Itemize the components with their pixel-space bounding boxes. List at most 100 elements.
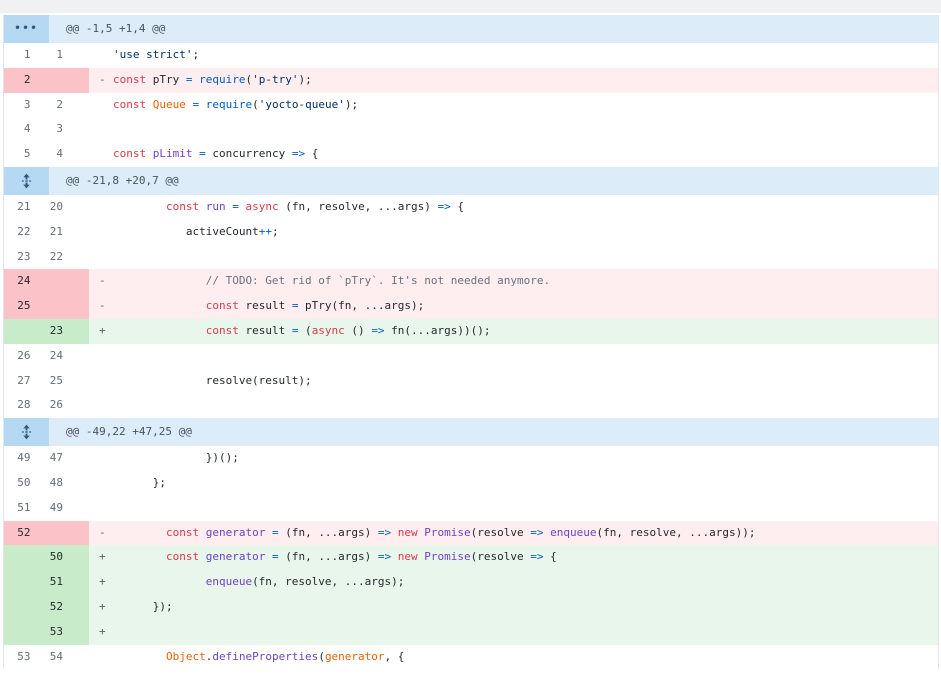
- code-line: // TODO: Get rid of `pTry`. It's not nee…: [113, 274, 550, 287]
- hunk-header-row: @@ -21,8 +20,7 @@: [4, 167, 938, 195]
- code-cell: [89, 117, 938, 142]
- code-line: };: [113, 476, 166, 489]
- code-cell: const Queue = require('yocto-queue');: [89, 93, 938, 118]
- line-number-old: 22: [4, 220, 47, 245]
- diff-row-ctx: 4947 })();: [4, 446, 938, 471]
- line-number-old: [4, 545, 47, 570]
- line-number-new: 3: [47, 117, 90, 142]
- diff-row-add: 50+const generator = (fn, ...args) => ne…: [4, 545, 938, 570]
- line-number-new: 47: [47, 446, 90, 471]
- diff-row-ctx: 2725resolve(result);: [4, 369, 938, 394]
- line-number-new: [47, 68, 90, 93]
- line-number-new: 24: [47, 344, 90, 369]
- diff-row-ctx: 2322: [4, 245, 938, 270]
- code-cell: +enqueue(fn, resolve, ...args);: [89, 570, 938, 595]
- line-number-new: 49: [47, 496, 90, 521]
- line-number-new: 1: [47, 43, 90, 68]
- diff-row-ctx: 32const Queue = require('yocto-queue');: [4, 93, 938, 118]
- diff-row-add: 51+enqueue(fn, resolve, ...args);: [4, 570, 938, 595]
- code-cell: [89, 344, 938, 369]
- code-line: const pTry = require('p-try');: [113, 73, 312, 86]
- expand-hunk-button[interactable]: [4, 418, 49, 446]
- diff-marker: +: [89, 595, 113, 620]
- code-cell: [89, 245, 938, 270]
- line-number-old: 28: [4, 393, 47, 418]
- diff-row-ctx: 54 const pLimit = concurrency => {: [4, 142, 938, 167]
- unfold-icon: [21, 173, 32, 189]
- line-number-old: 3: [4, 93, 47, 118]
- expand-hunk-button[interactable]: •••: [4, 15, 49, 43]
- diff-row-del: 2-const pTry = require('p-try');: [4, 68, 938, 93]
- ellipsis-icon: •••: [14, 24, 38, 34]
- line-number-new: 52: [47, 595, 90, 620]
- diff-marker: +: [89, 570, 113, 595]
- code-line: const run = async (fn, resolve, ...args)…: [113, 200, 464, 213]
- diff-row-ctx: 5354Object.defineProperties(generator, {: [4, 645, 938, 670]
- code-line: 'use strict';: [113, 48, 199, 61]
- code-line: const generator = (fn, ...args) => new P…: [113, 526, 755, 539]
- code-line: resolve(result);: [113, 374, 312, 387]
- line-number-old: 5: [4, 142, 47, 167]
- diff-row-del: 52 -const generator = (fn, ...args) => ne…: [4, 521, 938, 546]
- line-number-new: 22: [47, 245, 90, 270]
- diff-table: •••@@ -1,5 +1,4 @@11'use strict';2-const…: [3, 15, 939, 669]
- hunk-header-text: @@ -21,8 +20,7 @@: [49, 167, 179, 195]
- code-cell: +: [89, 620, 938, 645]
- code-cell: -const generator = (fn, ...args) => new …: [89, 521, 938, 546]
- line-number-old: [4, 620, 47, 645]
- expand-hunk-button[interactable]: [4, 167, 49, 195]
- diff-row-ctx: 2624: [4, 344, 938, 369]
- diff-row-ctx: 11'use strict';: [4, 43, 938, 68]
- page-top-strip: [0, 0, 941, 15]
- code-cell: [89, 496, 938, 521]
- line-number-new: 51: [47, 570, 90, 595]
- code-line: activeCount++;: [113, 225, 279, 238]
- line-number-old: 24: [4, 269, 47, 294]
- diff-row-del: 25-const result = pTry(fn, ...args);: [4, 294, 938, 319]
- code-line: Object.defineProperties(generator, {: [113, 650, 404, 663]
- line-number-old: 51: [4, 496, 47, 521]
- code-cell: Object.defineProperties(generator, {: [89, 645, 938, 670]
- diff-row-add: 53+: [4, 620, 938, 645]
- code-line: const Queue = require('yocto-queue');: [113, 98, 358, 111]
- code-line: });: [113, 600, 173, 613]
- code-line: const pLimit = concurrency => {: [113, 147, 318, 160]
- line-number-old: 53: [4, 645, 47, 670]
- diff-row-del: 24 -// TODO: Get rid of `pTry`. It's not …: [4, 269, 938, 294]
- code-line: const generator = (fn, ...args) => new P…: [113, 550, 557, 563]
- code-cell: -// TODO: Get rid of `pTry`. It's not ne…: [89, 269, 938, 294]
- line-number-new: 4: [47, 142, 90, 167]
- line-number-new: 53: [47, 620, 90, 645]
- hunk-header-row: ••• @@ -1,5 +1,4 @@: [4, 15, 938, 43]
- line-number-old: 23: [4, 245, 47, 270]
- diff-row-add: 23+const result = (async () => fn(...arg…: [4, 319, 938, 344]
- line-number-new: 50: [47, 545, 90, 570]
- diff-row-ctx: 5048};: [4, 471, 938, 496]
- code-cell: 'use strict';: [89, 43, 938, 68]
- line-number-old: [4, 319, 47, 344]
- diff-row-ctx: 2120const run = async (fn, resolve, ...a…: [4, 195, 938, 220]
- line-number-new: [47, 521, 90, 546]
- code-cell: activeCount++;: [89, 220, 938, 245]
- line-number-old: 25: [4, 294, 47, 319]
- unfold-icon: [21, 424, 32, 440]
- diff-marker: -: [89, 521, 113, 546]
- hunk-header-text: @@ -1,5 +1,4 @@: [49, 15, 165, 43]
- code-line: const result = pTry(fn, ...args);: [113, 299, 424, 312]
- diff-marker: -: [89, 68, 113, 93]
- diff-row-ctx: 5149: [4, 496, 938, 521]
- line-number-old: 52: [4, 521, 47, 546]
- code-cell: +const generator = (fn, ...args) => new …: [89, 545, 938, 570]
- line-number-old: 49: [4, 446, 47, 471]
- line-number-old: [4, 595, 47, 620]
- line-number-new: [47, 294, 90, 319]
- line-number-new: 20: [47, 195, 90, 220]
- line-number-new: 21: [47, 220, 90, 245]
- code-cell: const run = async (fn, resolve, ...args)…: [89, 195, 938, 220]
- line-number-old: [4, 570, 47, 595]
- line-number-new: 25: [47, 369, 90, 394]
- diff-marker: +: [89, 319, 113, 344]
- code-cell: };: [89, 471, 938, 496]
- code-cell: const pLimit = concurrency => {: [89, 142, 938, 167]
- code-line: })();: [113, 451, 239, 464]
